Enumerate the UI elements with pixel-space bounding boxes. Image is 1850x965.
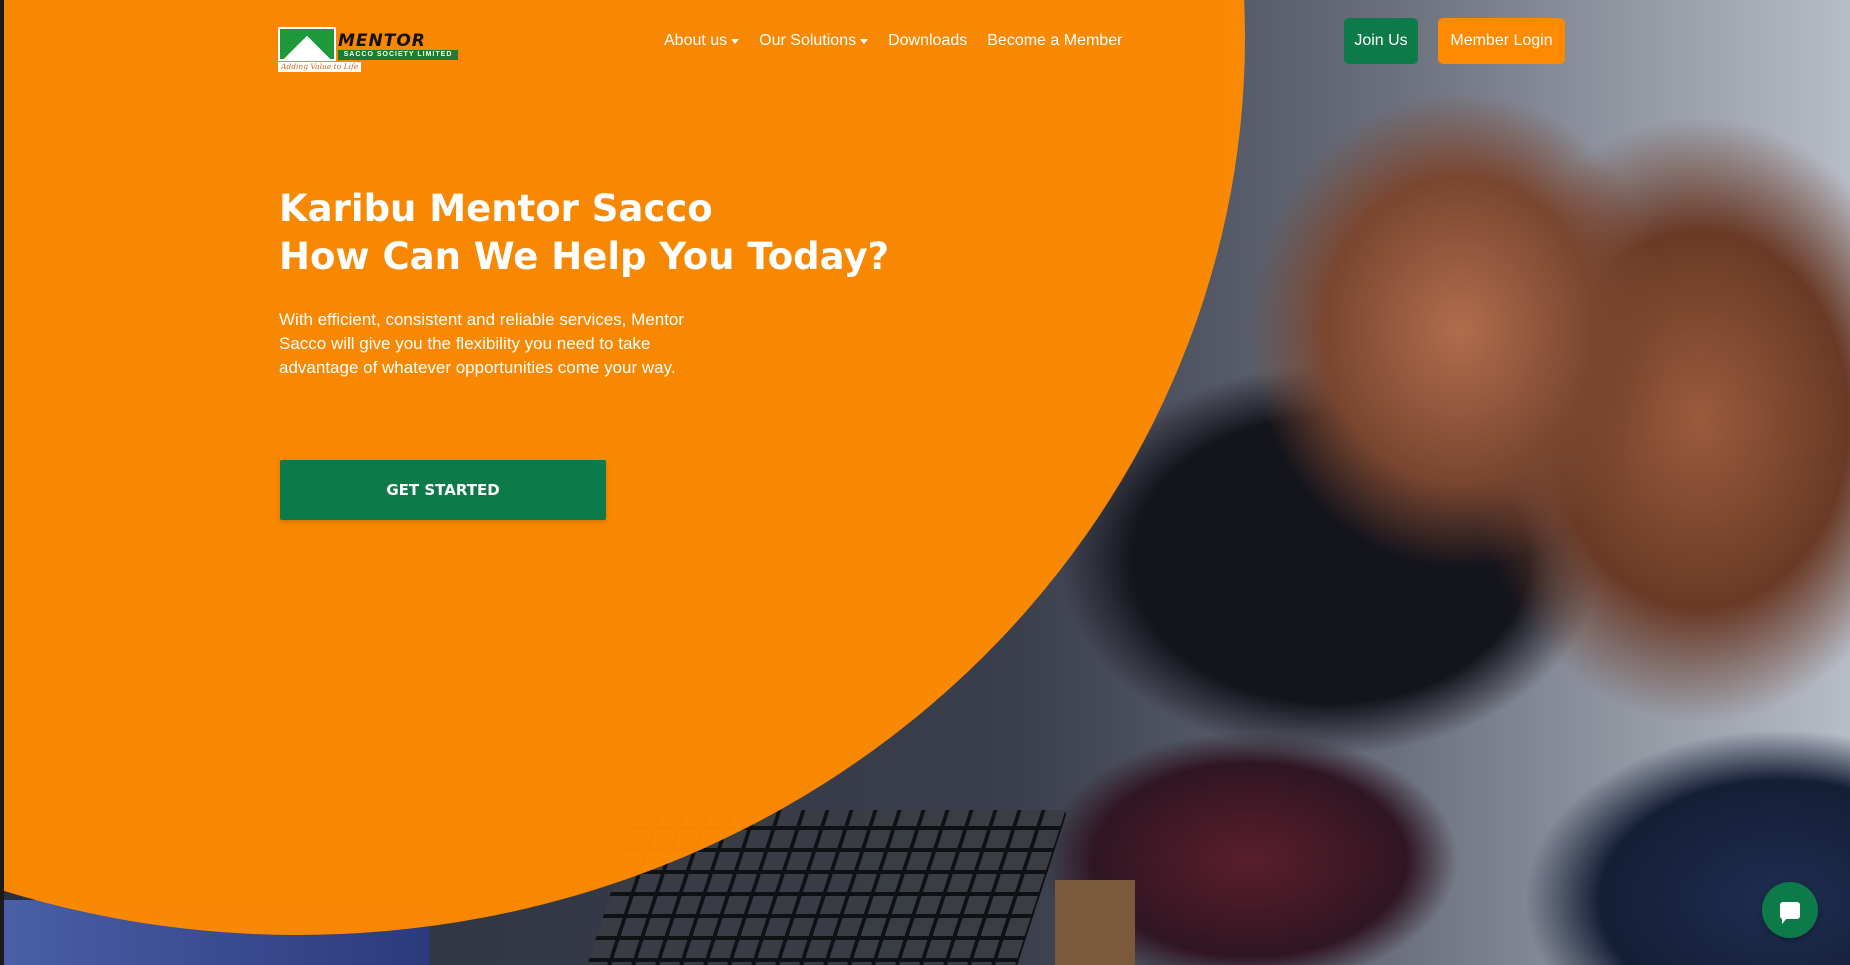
join-us-button[interactable]: Join Us [1344,18,1418,64]
nav-our-solutions-label: Our Solutions [759,32,857,49]
left-edge [0,0,4,965]
nav-our-solutions[interactable]: Our Solutions [759,32,869,50]
hero-title: Karibu Mentor Sacco How Can We Help You … [279,185,889,281]
logo-tagline: Adding Value to Life [278,62,362,72]
logo-subtitle: SACCO SOCIETY LIMITED [338,50,458,60]
page: MENTOR SACCO SOCIETY LIMITED Adding Valu… [0,0,1850,965]
chat-bubble-icon [1780,901,1800,924]
chevron-down-icon [731,38,740,44]
nav-downloads-label: Downloads [888,32,968,49]
logo-mark-icon [278,27,336,61]
desk-object [1055,880,1135,965]
nav-about-us-label: About us [664,32,728,49]
chevron-down-icon [860,38,869,44]
main-nav: About us Our Solutions Downloads Become … [664,30,1122,52]
hero-description: With efficient, consistent and reliable … [279,310,685,377]
nav-about-us[interactable]: About us [664,32,740,50]
member-login-button[interactable]: Member Login [1438,18,1565,64]
hero-title-line2: How Can We Help You Today? [279,235,890,278]
nav-become-member[interactable]: Become a Member [987,32,1122,50]
logo-word: MENTOR [338,31,426,51]
nav-become-member-label: Become a Member [987,32,1123,49]
get-started-button[interactable]: GET STARTED [280,460,606,520]
nav-downloads[interactable]: Downloads [888,32,967,50]
site-logo[interactable]: MENTOR SACCO SOCIETY LIMITED Adding Valu… [278,25,460,73]
chat-button[interactable] [1762,882,1818,938]
hero-title-line1: Karibu Mentor Sacco [279,187,713,230]
